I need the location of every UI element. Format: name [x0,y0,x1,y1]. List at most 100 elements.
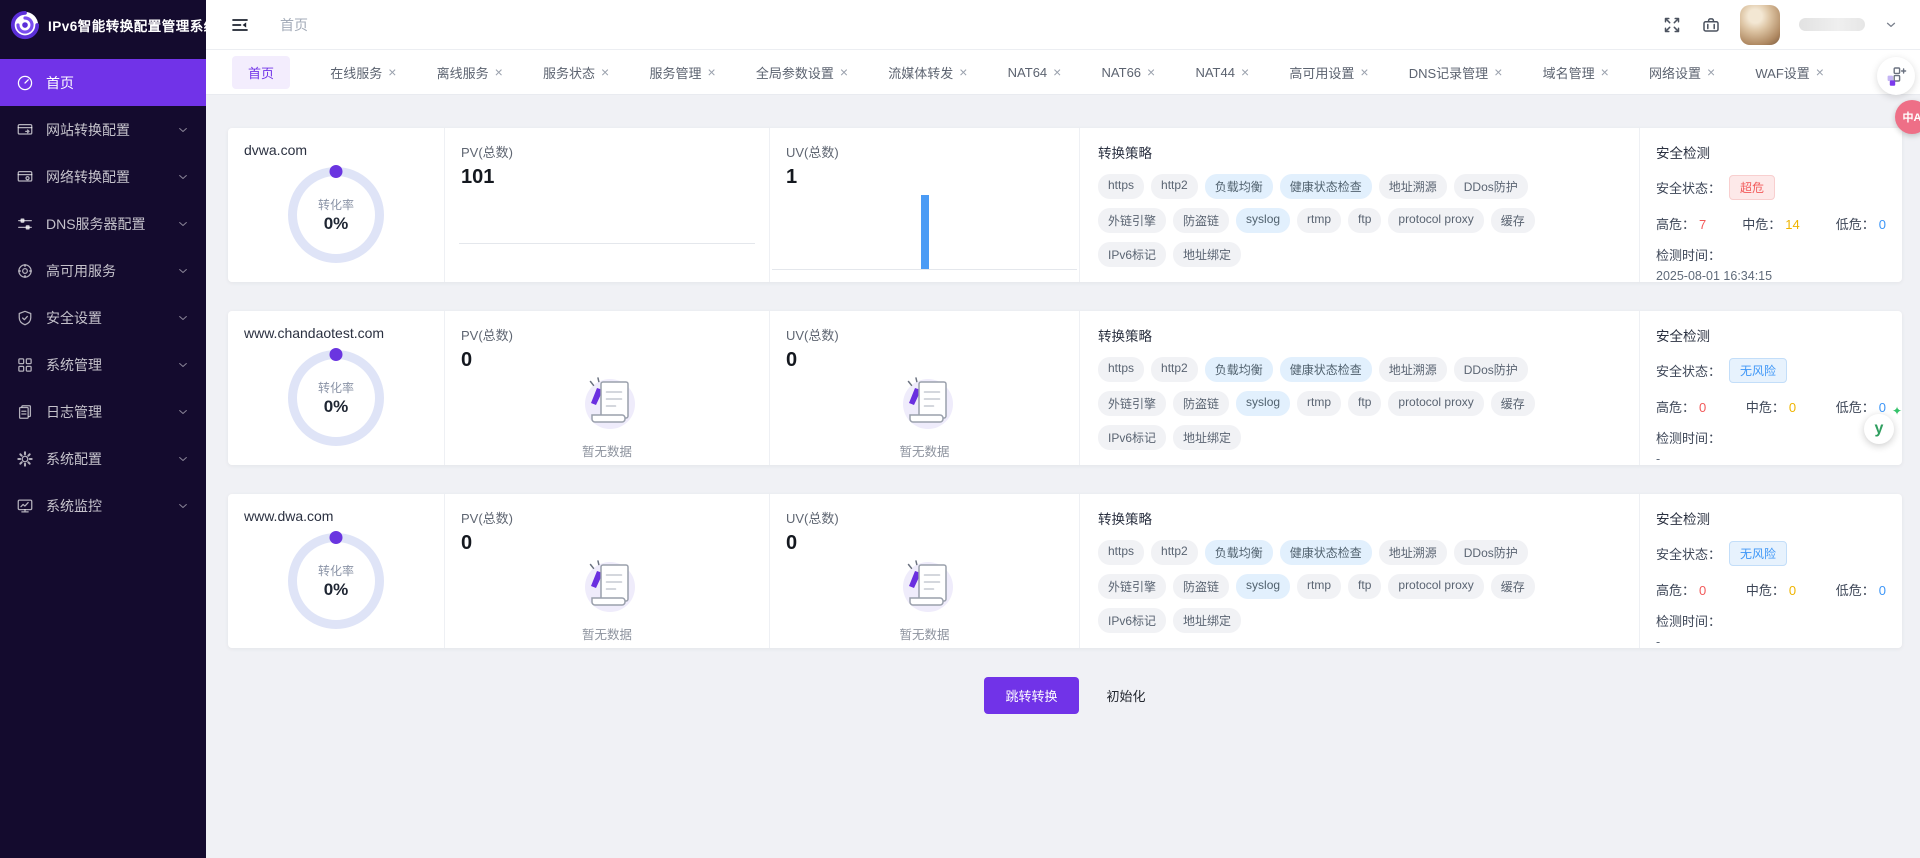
strategy-tag: 防盗链 [1173,208,1229,233]
tab-14[interactable]: WAF设置× [1755,63,1824,82]
strategy-tag: syslog [1236,391,1290,416]
tab-0[interactable]: 首页 [232,56,290,89]
strategy-tag: IPv6标记 [1098,425,1166,450]
briefcase-icon[interactable] [1701,15,1721,35]
tab-7[interactable]: NAT64 × [1008,65,1062,80]
close-icon[interactable]: × [959,65,967,79]
close-icon[interactable]: × [707,65,715,79]
tabbar: 首页在线服务×离线服务×服务状态×服务管理×全局参数设置×流媒体转发×NAT64… [206,50,1920,95]
tab-label: 服务管理 [649,63,701,82]
breadcrumb[interactable]: 首页 [280,15,308,35]
tab-13[interactable]: 网络设置× [1649,63,1715,82]
topbar: 首页 [206,0,1920,50]
assistant-icon: y [1875,420,1884,438]
close-icon[interactable]: × [601,65,609,79]
shield-icon [16,309,34,327]
tab-8[interactable]: NAT66× [1102,65,1156,80]
menu-fold-icon[interactable] [230,15,250,35]
close-icon[interactable]: × [1053,65,1061,79]
sidebar-item-8[interactable]: 系统配置 [0,435,206,482]
tab-11[interactable]: DNS记录管理× [1409,63,1503,82]
sidebar-item-9[interactable]: 系统监控 [0,482,206,529]
close-icon[interactable]: × [388,65,396,79]
empty-caption: 暂无数据 [770,624,1079,643]
strategy-tag: protocol proxy [1388,208,1483,233]
strategy-tag: 外链引擎 [1098,574,1166,599]
chevron-down-icon[interactable] [1884,18,1898,32]
strategy-tag: 外链引擎 [1098,391,1166,416]
security-status-label: 安全状态： [1656,544,1721,563]
chevron-down-icon [176,123,190,137]
tab-4[interactable]: 服务管理 × [649,63,715,82]
mid-risk-count: 中危：0 [1746,580,1796,599]
strategy-tag: syslog [1236,574,1290,599]
sidebar-item-7[interactable]: 日志管理 [0,388,206,435]
gear-circle-icon [16,262,34,280]
sidebar-item-3[interactable]: DNS服务器配置 [0,200,206,247]
strategy-tag: 防盗链 [1173,391,1229,416]
strategy-tag: 地址溯源 [1379,357,1447,382]
pv-chart [445,186,769,282]
sidebar-item-2[interactable]: 网络转换配置 [0,153,206,200]
sidebar-item-6[interactable]: 系统管理 [0,341,206,388]
main-area: 首页 [206,0,1920,858]
tab-12[interactable]: 域名管理× [1543,63,1609,82]
init-button[interactable]: 初始化 [1107,686,1146,705]
uv-bar [921,195,929,269]
domain-column: www.chandaotest.com 转化率 0% [228,311,445,465]
strategy-tag: 地址溯源 [1379,540,1447,565]
tab-1[interactable]: 在线服务× [330,63,396,82]
uv-column: UV(总数) 0 暂无数据 [770,311,1080,465]
scan-time-label: 检测时间： [1656,611,1886,630]
tab-label: NAT64 [1008,65,1048,80]
mid-risk-count: 中危：14 [1742,214,1799,233]
close-icon[interactable]: × [1816,65,1824,79]
tab-10[interactable]: 高可用设置× [1289,63,1368,82]
tab-3[interactable]: 服务状态× [543,63,609,82]
widgets-icon [1885,65,1907,87]
high-risk-count: 高危：0 [1656,580,1706,599]
domain-column: www.dwa.com 转化率 0% [228,494,445,648]
tab-2[interactable]: 离线服务× [437,63,503,82]
close-icon[interactable]: × [1601,65,1609,79]
close-icon[interactable]: × [840,65,848,79]
domain-name: www.dwa.com [244,508,428,524]
strategy-tag: https [1098,174,1144,199]
tab-9[interactable]: NAT44× [1195,65,1249,80]
sidebar-item-5[interactable]: 安全设置 [0,294,206,341]
tab-6[interactable]: 流媒体转发× [888,63,967,82]
monitor-chart-icon [16,497,34,515]
strategy-tag: 外链引擎 [1098,208,1166,233]
app-title: IPv6智能转换配置管理系统 [48,15,218,35]
assistant-button[interactable]: y ✦ [1864,414,1894,444]
strategy-tag: DDos防护 [1454,357,1528,382]
pv-column: PV(总数) 0 暂无数据 [445,311,770,465]
domain-column: dvwa.com 转化率 0% [228,128,445,282]
close-icon[interactable]: × [1241,65,1249,79]
jump-convert-button[interactable]: 跳转转换 [984,677,1078,714]
sidebar-item-1[interactable]: 网站转换配置 [0,106,206,153]
close-icon[interactable]: × [1494,65,1502,79]
sidebar-item-0[interactable]: 首页 [0,59,206,106]
widget-panel-button[interactable] [1877,57,1915,95]
strategy-tag: https [1098,357,1144,382]
strategy-title: 转换策略 [1098,142,1623,162]
content: dvwa.com 转化率 0% PV(总数) 101 UV(总数) 1 转换策略… [206,95,1920,858]
close-icon[interactable]: × [495,65,503,79]
tab-5[interactable]: 全局参数设置× [756,63,848,82]
strategy-tag: 健康状态检查 [1280,174,1372,199]
user-avatar[interactable] [1740,5,1780,45]
gauge-value: 0% [324,580,349,600]
chevron-down-icon [176,170,190,184]
uv-chart: 暂无数据 [770,369,1079,465]
low-risk-count: 低危：0 [1836,214,1886,233]
close-icon[interactable]: × [1707,65,1715,79]
sidebar-item-4[interactable]: 高可用服务 [0,247,206,294]
close-icon[interactable]: × [1360,65,1368,79]
close-icon[interactable]: × [1147,65,1155,79]
strategy-tag: 负载均衡 [1205,357,1273,382]
sidebar-item-label: 系统监控 [46,496,176,516]
fullscreen-icon[interactable] [1662,15,1682,35]
sidebar-item-label: 系统管理 [46,355,176,375]
username-blurred [1799,18,1865,31]
